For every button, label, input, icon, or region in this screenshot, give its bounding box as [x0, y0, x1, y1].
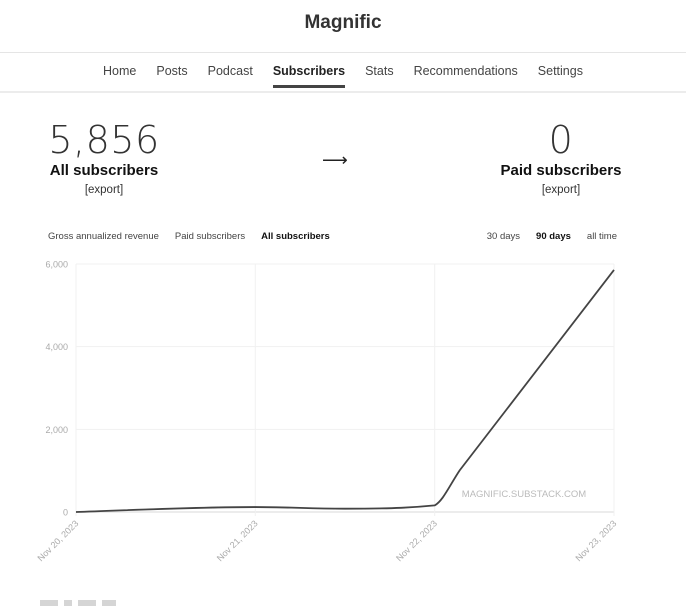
x-tick-label: Nov 23, 2023: [573, 518, 618, 563]
publication-title: Magnific: [0, 12, 686, 34]
nav-divider: [0, 91, 686, 93]
tab-gross-annualized-revenue[interactable]: Gross annualized revenue: [48, 231, 159, 242]
y-tick-label: 0: [63, 508, 68, 518]
paid-subscribers-stat: 0 Paid subscribers [export]: [461, 120, 661, 196]
y-tick-label: 4,000: [45, 342, 68, 352]
nav-recommendations[interactable]: Recommendations: [414, 64, 518, 88]
x-tick-label: Nov 22, 2023: [394, 518, 439, 563]
y-tick-label: 6,000: [45, 260, 68, 270]
arrow-icon: ⟶: [322, 150, 348, 171]
nav-stats[interactable]: Stats: [365, 64, 394, 88]
export-all-link[interactable]: [export]: [4, 184, 204, 196]
cut-off-section-heading: [40, 593, 130, 599]
series-line: [76, 270, 614, 512]
y-tick-label: 2,000: [45, 425, 68, 435]
subscribers-chart: 0 2,000 4,000 6,000 Nov 20, 2023 Nov 21, 2023…: [0, 250, 686, 590]
export-paid-link[interactable]: [export]: [461, 184, 661, 196]
range-all-time[interactable]: all time: [587, 231, 617, 242]
nav-posts[interactable]: Posts: [156, 64, 187, 88]
nav-settings[interactable]: Settings: [538, 64, 583, 88]
x-tick-label: Nov 20, 2023: [35, 518, 80, 563]
all-subscribers-stat: 5,856 All subscribers [export]: [4, 120, 204, 196]
all-subscribers-count: 5,856: [4, 120, 204, 160]
x-tick-label: Nov 21, 2023: [215, 518, 260, 563]
main-nav: Home Posts Podcast Subscribers Stats Rec…: [0, 64, 686, 88]
tab-paid-subscribers[interactable]: Paid subscribers: [175, 231, 245, 242]
nav-podcast[interactable]: Podcast: [208, 64, 253, 88]
all-subscribers-label: All subscribers: [4, 162, 204, 179]
tab-all-subscribers[interactable]: All subscribers: [261, 231, 330, 242]
range-tabs: 30 days 90 days all time: [487, 231, 617, 242]
nav-subscribers[interactable]: Subscribers: [273, 64, 345, 88]
chart-watermark: MAGNIFIC.SUBSTACK.COM: [462, 489, 586, 500]
paid-subscribers-label: Paid subscribers: [461, 162, 661, 179]
nav-home[interactable]: Home: [103, 64, 136, 88]
range-90-days[interactable]: 90 days: [536, 231, 571, 242]
range-30-days[interactable]: 30 days: [487, 231, 520, 242]
paid-subscribers-count: 0: [461, 120, 661, 160]
metric-tabs: Gross annualized revenue Paid subscriber…: [48, 231, 330, 242]
header-divider: [0, 52, 686, 53]
